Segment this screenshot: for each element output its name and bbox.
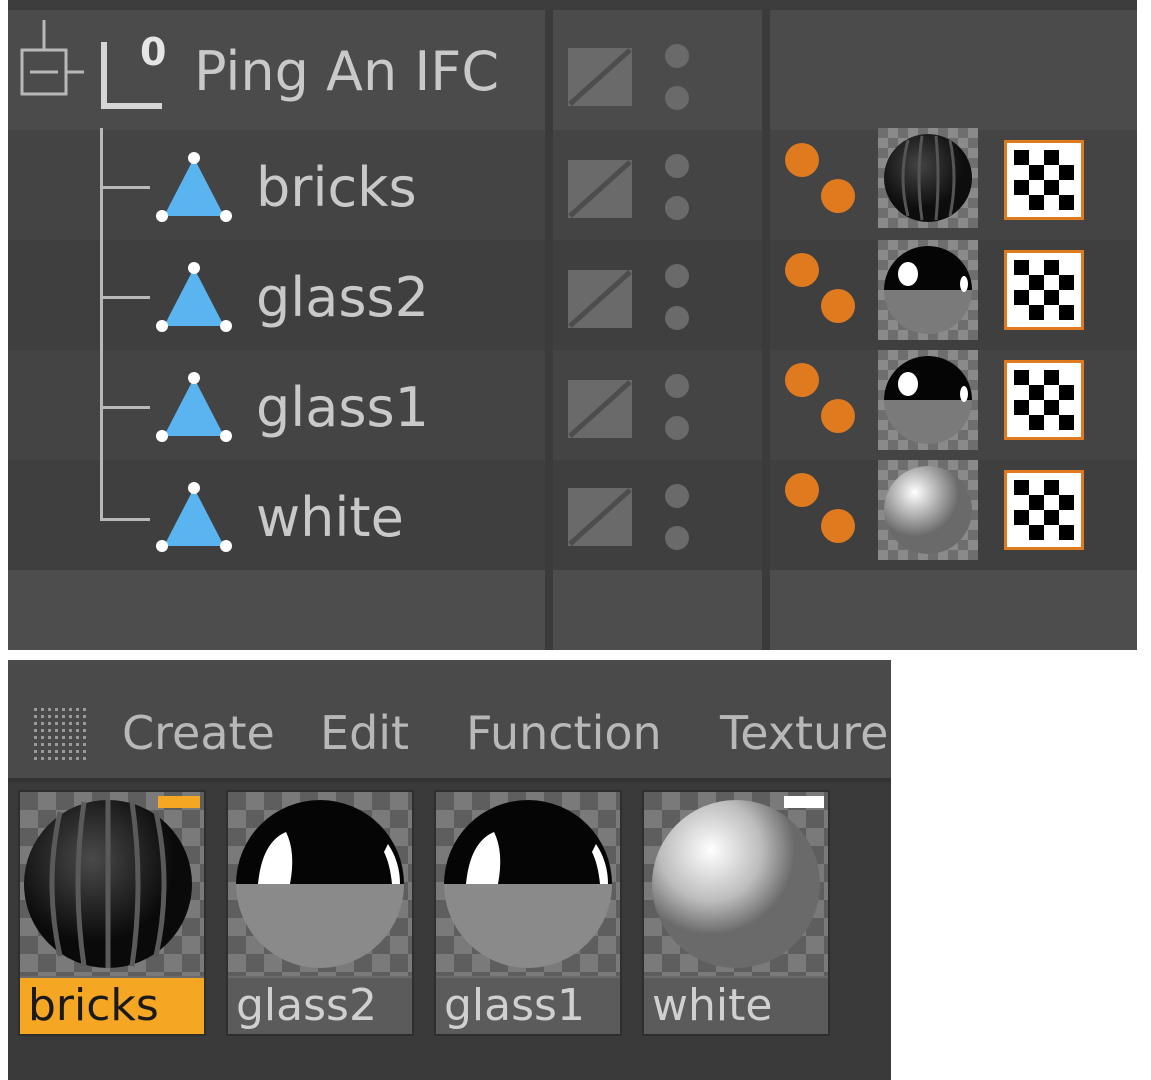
material-tag-bricks-icon[interactable] [878,128,978,228]
tree-branch-line [100,518,150,521]
material-swatch-bricks[interactable]: bricks [18,790,206,1036]
polygon-object-icon [156,262,232,332]
layer-square-icon[interactable] [566,378,634,440]
object-manager: 0 Ping An IFC bricks glass2 glass1 white [8,0,1137,650]
material-preview-bricks [20,792,204,976]
object-manager-top-border [8,0,1137,10]
visibility-dots-icon[interactable] [660,150,694,226]
phong-tag-icon[interactable] [780,360,862,442]
object-name[interactable]: glass1 [256,376,429,439]
texture-tag-icon[interactable] [1004,250,1084,330]
null-object-badge: 0 [140,30,167,74]
material-preview-glass1 [436,792,620,976]
material-tag-glass1-icon[interactable] [878,350,978,450]
phong-tag-icon[interactable] [780,470,862,552]
layer-square-icon[interactable] [566,158,634,220]
material-tag-glass2-icon[interactable] [878,240,978,340]
grip-handle-icon[interactable] [34,708,86,760]
layer-square-icon[interactable] [566,46,634,108]
tree-branch-line [100,186,150,189]
tree-branch-line [100,296,150,299]
object-name[interactable]: white [256,486,404,549]
material-tag-white-icon[interactable] [878,460,978,560]
visibility-dots-icon[interactable] [660,40,694,116]
visibility-dots-icon[interactable] [660,480,694,556]
texture-tag-icon[interactable] [1004,140,1084,220]
object-name[interactable]: glass2 [256,266,429,329]
visibility-dots-icon[interactable] [660,370,694,446]
object-name[interactable]: bricks [256,156,417,219]
collapse-toggle-icon[interactable] [14,20,84,110]
layer-square-icon[interactable] [566,486,634,548]
material-name: bricks [20,978,204,1034]
polygon-object-icon [156,372,232,442]
polygon-object-icon [156,152,232,222]
visibility-dots-icon[interactable] [660,260,694,336]
layer-square-icon[interactable] [566,268,634,330]
texture-tag-icon[interactable] [1004,360,1084,440]
menu-edit[interactable]: Edit [320,706,409,760]
material-swatch-white[interactable]: white [642,790,830,1036]
material-name: glass2 [228,978,412,1034]
menu-texture[interactable]: Texture [720,706,888,760]
phong-tag-icon[interactable] [780,250,862,332]
phong-tag-icon[interactable] [780,140,862,222]
menu-create[interactable]: Create [122,706,275,760]
material-name: glass1 [436,978,620,1034]
material-menubar: Create Edit Function Texture [8,660,891,782]
column-divider[interactable] [762,10,770,650]
material-manager: Create Edit Function Texture bricks glas… [8,660,891,1080]
tree-branch-line [100,406,150,409]
material-name: white [644,978,828,1034]
material-swatch-glass2[interactable]: glass2 [226,790,414,1036]
menu-function[interactable]: Function [466,706,662,760]
material-preview-white [644,792,828,976]
material-preview-glass2 [228,792,412,976]
polygon-object-icon [156,482,232,552]
null-object-name[interactable]: Ping An IFC [194,40,499,103]
material-swatch-glass1[interactable]: glass1 [434,790,622,1036]
texture-tag-icon[interactable] [1004,470,1084,550]
column-divider[interactable] [545,10,553,650]
